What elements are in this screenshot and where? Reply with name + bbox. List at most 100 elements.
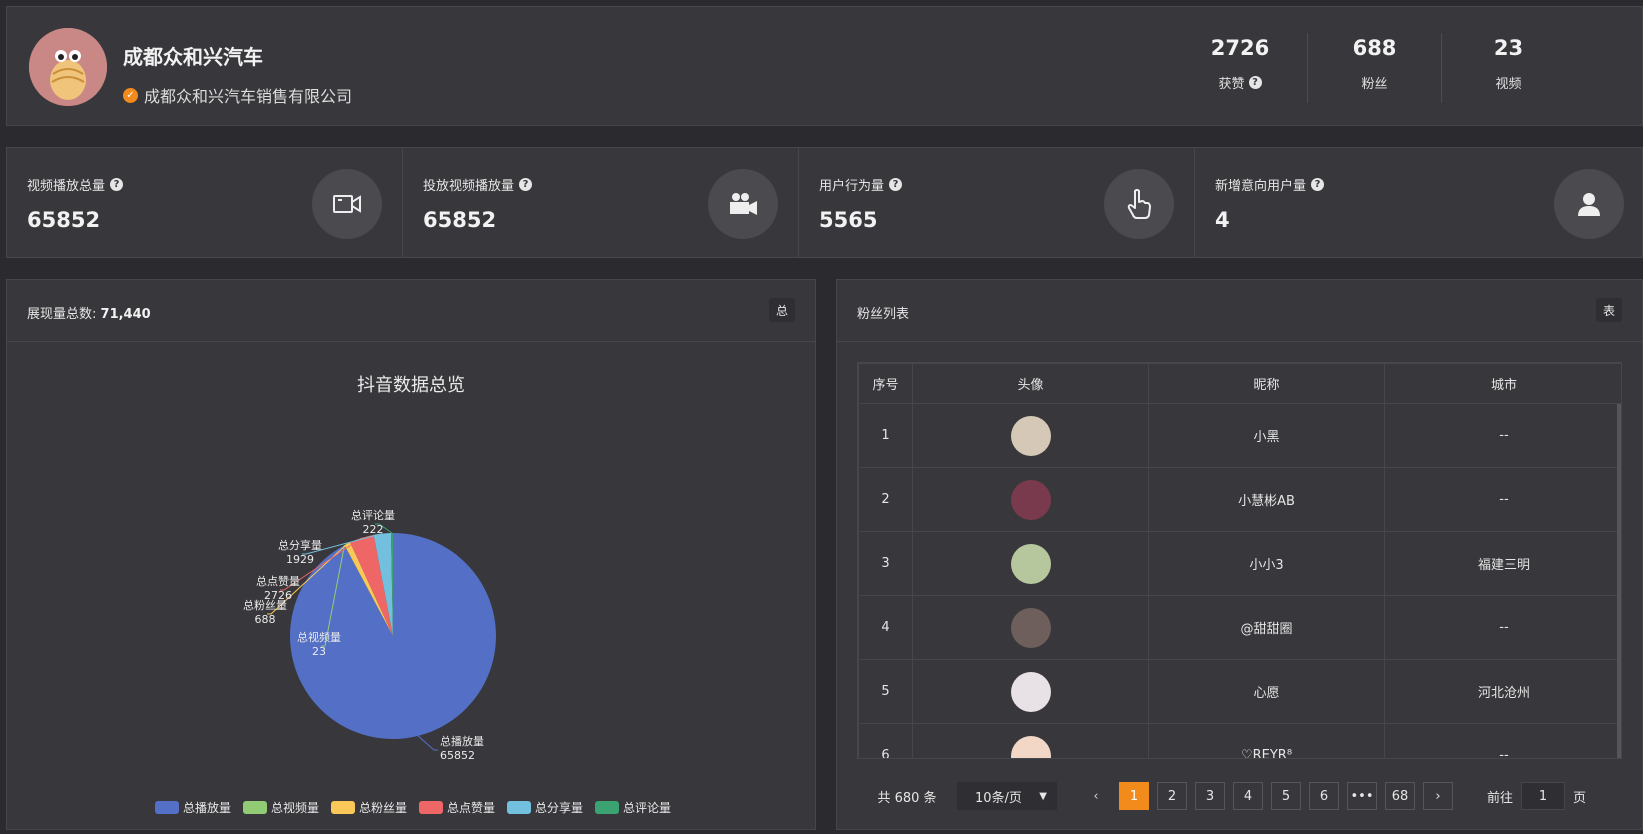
page-size-value: 10条/页: [975, 790, 1022, 806]
table-header-row: 序号 头像 昵称 城市: [858, 363, 1621, 404]
table-row[interactable]: 1 小黑 --: [858, 403, 1621, 468]
table-row[interactable]: 5 心愿 河北沧州: [858, 659, 1621, 724]
row-index: 1: [858, 403, 913, 468]
stat-value: 23: [1493, 36, 1524, 60]
pagination: 共 680 条 10条/页 ▼ ‹ 1 2 3 4 5 6 ••• 68 › 前…: [857, 781, 1586, 811]
slice-label: 总视频量: [297, 630, 341, 644]
legend-label[interactable]: 总视频量: [271, 800, 319, 815]
legend-swatch[interactable]: [155, 801, 179, 814]
page-button[interactable]: 1: [1119, 782, 1149, 810]
prev-page-icon[interactable]: ‹: [1081, 782, 1111, 810]
table-row[interactable]: 2 小慧彬AB --: [858, 467, 1621, 532]
legend-label[interactable]: 总粉丝量: [359, 801, 407, 815]
table-row[interactable]: 4 @甜甜圈 --: [858, 595, 1621, 660]
metric-value: 5565: [819, 208, 878, 232]
table-scrollbar[interactable]: [1617, 404, 1621, 758]
column-header[interactable]: 昵称: [1148, 363, 1385, 404]
row-index: 6: [858, 723, 913, 758]
slice-label: 总播放量: [440, 734, 484, 748]
fan-avatar[interactable]: [1010, 671, 1051, 712]
panel-title: 展现量总数: 71,440: [27, 303, 151, 322]
table-row[interactable]: 6 ♡REYR⁸ --: [858, 723, 1621, 758]
verified-icon: ✓: [123, 87, 138, 103]
chart-panel: 展现量总数: 71,440 总 抖音数据总览 总播放量 65852 总视频量 23 总粉…: [6, 279, 816, 830]
total-tag-button[interactable]: 总: [769, 298, 795, 322]
metric-label: 视频播放总量: [27, 179, 106, 194]
fan-avatar[interactable]: [1010, 607, 1051, 648]
fan-avatar[interactable]: [1010, 479, 1051, 520]
next-page-icon[interactable]: ›: [1423, 782, 1453, 810]
legend-swatch[interactable]: [331, 801, 355, 814]
row-index: 3: [858, 531, 913, 596]
metric-value: 4: [1215, 208, 1230, 232]
page-button[interactable]: 4: [1233, 782, 1263, 810]
panel-header: 粉丝列表 表: [837, 280, 1642, 342]
metric-label: 投放视频播放量: [423, 179, 515, 194]
metric-card-video-plays: 视频播放总量 ? 65852: [6, 147, 403, 258]
stat-label: 粉丝: [1361, 77, 1388, 92]
more-pages-button[interactable]: •••: [1347, 782, 1377, 810]
row-city: --: [1384, 403, 1621, 468]
page-size-select[interactable]: 10条/页 ▼: [957, 782, 1057, 810]
legend-label[interactable]: 总评论量: [623, 801, 671, 815]
metric-label: 新增意向用户量: [1215, 179, 1307, 194]
fan-avatar[interactable]: [1010, 543, 1051, 584]
stat-fans: 688 粉丝: [1307, 33, 1441, 103]
help-icon[interactable]: ?: [889, 178, 903, 191]
column-header[interactable]: 头像: [912, 363, 1149, 404]
slice-value-label: 222: [363, 523, 384, 536]
metric-value: 65852: [423, 208, 497, 232]
legend-swatch[interactable]: [595, 801, 619, 814]
page-button[interactable]: 6: [1309, 782, 1339, 810]
goto-page-input[interactable]: [1521, 782, 1566, 810]
slice-value-label: 23: [312, 645, 326, 658]
profile-header: 成都众和兴汽车 ✓ 成都众和兴汽车销售有限公司 2726 获赞 ? 688 粉丝…: [6, 6, 1643, 126]
goto-label: 前往: [1487, 790, 1514, 806]
company-row: ✓ 成都众和兴汽车销售有限公司: [123, 83, 352, 107]
slice-value-label: 1929: [286, 553, 314, 566]
label-leader-line: [417, 735, 438, 751]
row-index: 4: [858, 595, 913, 660]
legend-label[interactable]: 总分享量: [535, 800, 583, 815]
company-name: 成都众和兴汽车销售有限公司: [144, 87, 353, 106]
table-tag-button[interactable]: 表: [1596, 298, 1622, 322]
help-icon[interactable]: ?: [1311, 178, 1325, 191]
help-icon[interactable]: ?: [110, 178, 124, 191]
legend-swatch[interactable]: [419, 801, 443, 814]
panel-title: 粉丝列表: [857, 307, 910, 322]
pie-chart: 抖音数据总览 总播放量65852总视频量23总粉丝量688总点赞量2726总分享…: [155, 375, 671, 815]
stat-label: 获赞: [1218, 77, 1245, 92]
stat-videos: 23 视频: [1441, 33, 1575, 103]
chevron-down-icon: ▼: [1039, 790, 1047, 802]
metric-card-new-leads: 新增意向用户量 ? 4: [1194, 147, 1643, 258]
column-header[interactable]: 城市: [1384, 363, 1621, 404]
page-button[interactable]: 2: [1157, 782, 1187, 810]
row-city: --: [1384, 595, 1621, 660]
slice-value-label: 2726: [264, 589, 292, 602]
fan-avatar[interactable]: [1010, 735, 1051, 758]
help-icon[interactable]: ?: [1248, 76, 1262, 89]
help-icon[interactable]: ?: [519, 178, 533, 191]
row-city: --: [1384, 467, 1621, 532]
column-header[interactable]: 序号: [858, 363, 913, 404]
legend-label[interactable]: 总播放量: [183, 800, 231, 815]
legend-swatch[interactable]: [507, 801, 531, 814]
row-index: 2: [858, 467, 913, 532]
user-icon: [1554, 169, 1624, 239]
metric-card-user-actions: 用户行为量 ? 5565: [798, 147, 1195, 258]
stats-group: 2726 获赞 ? 688 粉丝 23 视频: [1173, 33, 1575, 103]
page-button[interactable]: 68: [1385, 782, 1415, 810]
page-button[interactable]: 3: [1195, 782, 1225, 810]
page-button[interactable]: 5: [1271, 782, 1301, 810]
impressions-label: 展现量总数:: [27, 307, 97, 322]
stat-likes: 2726 获赞 ?: [1173, 33, 1307, 103]
table-row[interactable]: 3 小小3 福建三明: [858, 531, 1621, 596]
impressions-value: 71,440: [100, 307, 151, 322]
chart-title: 抖音数据总览: [357, 375, 465, 396]
fan-avatar[interactable]: [1010, 415, 1051, 456]
legend-label[interactable]: 总点赞量: [447, 801, 495, 815]
row-nickname: 小黑: [1148, 403, 1385, 468]
row-index: 5: [858, 659, 913, 724]
row-city: 福建三明: [1384, 531, 1621, 596]
legend-swatch[interactable]: [243, 801, 267, 814]
